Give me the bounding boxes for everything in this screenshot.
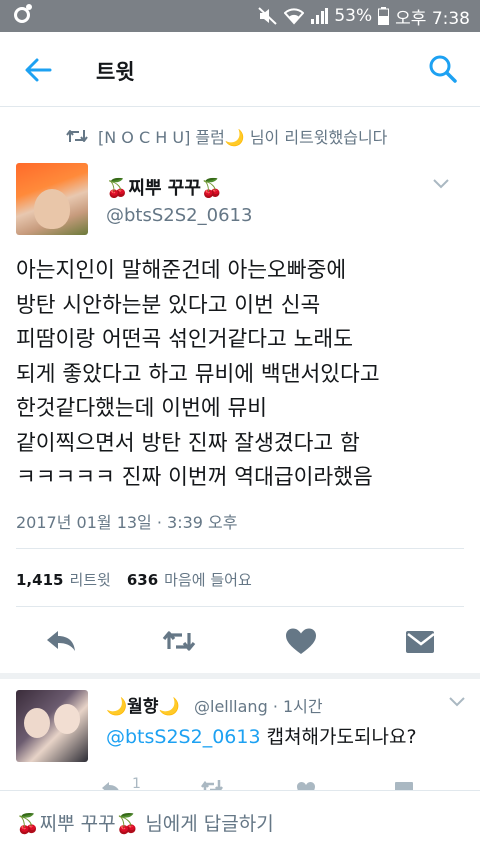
divider <box>16 606 464 607</box>
mute-icon <box>258 7 278 25</box>
reply-author-avatar[interactable] <box>16 690 88 762</box>
reply-composer-placeholder[interactable]: 🍒찌뿌 꾸꾸🍒 님에게 답글하기 <box>16 809 274 836</box>
retweet-context[interactable]: [N O C H U] 플럼🌙 님이 리트윗했습니다 <box>66 124 387 148</box>
arrow-left-icon[interactable] <box>22 54 54 86</box>
search-icon[interactable] <box>428 54 458 84</box>
reply-author-name[interactable]: 🌙월향🌙 <box>106 692 180 717</box>
heart-icon[interactable] <box>284 627 318 655</box>
retweet-icon[interactable] <box>162 627 196 655</box>
chevron-down-icon[interactable] <box>432 178 450 190</box>
signal-icon <box>311 8 329 24</box>
author-name[interactable]: 🍒찌뿌 꾸꾸🍒 <box>106 174 223 200</box>
divider <box>16 548 464 549</box>
tweet-text: 아는지인이 말해준건데 아는오빠중에 방탄 시안하는분 있다고 이번 신곡 피땀… <box>16 258 380 490</box>
retweet-count-label[interactable]: 리트윗 <box>69 569 110 590</box>
reply-body: 캡쳐해가도되나요? <box>260 726 417 748</box>
reply-handle-time: @lelllang · 1시간 <box>194 697 323 716</box>
app-notification-icon <box>14 4 32 23</box>
author-avatar[interactable] <box>16 163 88 235</box>
direct-message-icon[interactable] <box>404 627 438 655</box>
reply-text: @btsS2S2_0613 캡쳐해가도되나요? <box>106 722 417 749</box>
chevron-down-icon[interactable] <box>448 696 466 708</box>
clock: 오후 7:38 <box>395 8 470 29</box>
tweet-stats: 1,415 리트윗 636 마음에 들어요 <box>16 569 262 590</box>
reply-composer[interactable]: 🍒찌뿌 꾸꾸🍒 님에게 답글하기 <box>0 790 480 854</box>
wifi-icon <box>284 8 305 25</box>
author-handle[interactable]: @btsS2S2_0613 <box>106 205 252 226</box>
like-count[interactable]: 636 <box>127 571 158 589</box>
status-indicators: 53% 오후 7:38 <box>258 5 470 29</box>
app-bar: 트윗 <box>0 32 480 107</box>
section-separator <box>0 673 480 679</box>
status-bar: 53% 오후 7:38 <box>0 0 480 32</box>
like-count-label[interactable]: 마음에 들어요 <box>164 569 252 590</box>
retweet-icon <box>66 130 88 142</box>
battery-icon <box>378 7 390 25</box>
page-title: 트윗 <box>96 60 135 84</box>
reply-mention[interactable]: @btsS2S2_0613 <box>106 726 261 748</box>
reply-icon[interactable] <box>44 627 78 655</box>
retweet-context-label: [N O C H U] 플럼🌙 님이 리트윗했습니다 <box>98 128 388 147</box>
battery-percent: 53% <box>334 6 373 26</box>
tweet-timestamp: 2017년 01월 13일 · 3:39 오후 <box>16 513 238 532</box>
retweet-count[interactable]: 1,415 <box>16 571 63 589</box>
